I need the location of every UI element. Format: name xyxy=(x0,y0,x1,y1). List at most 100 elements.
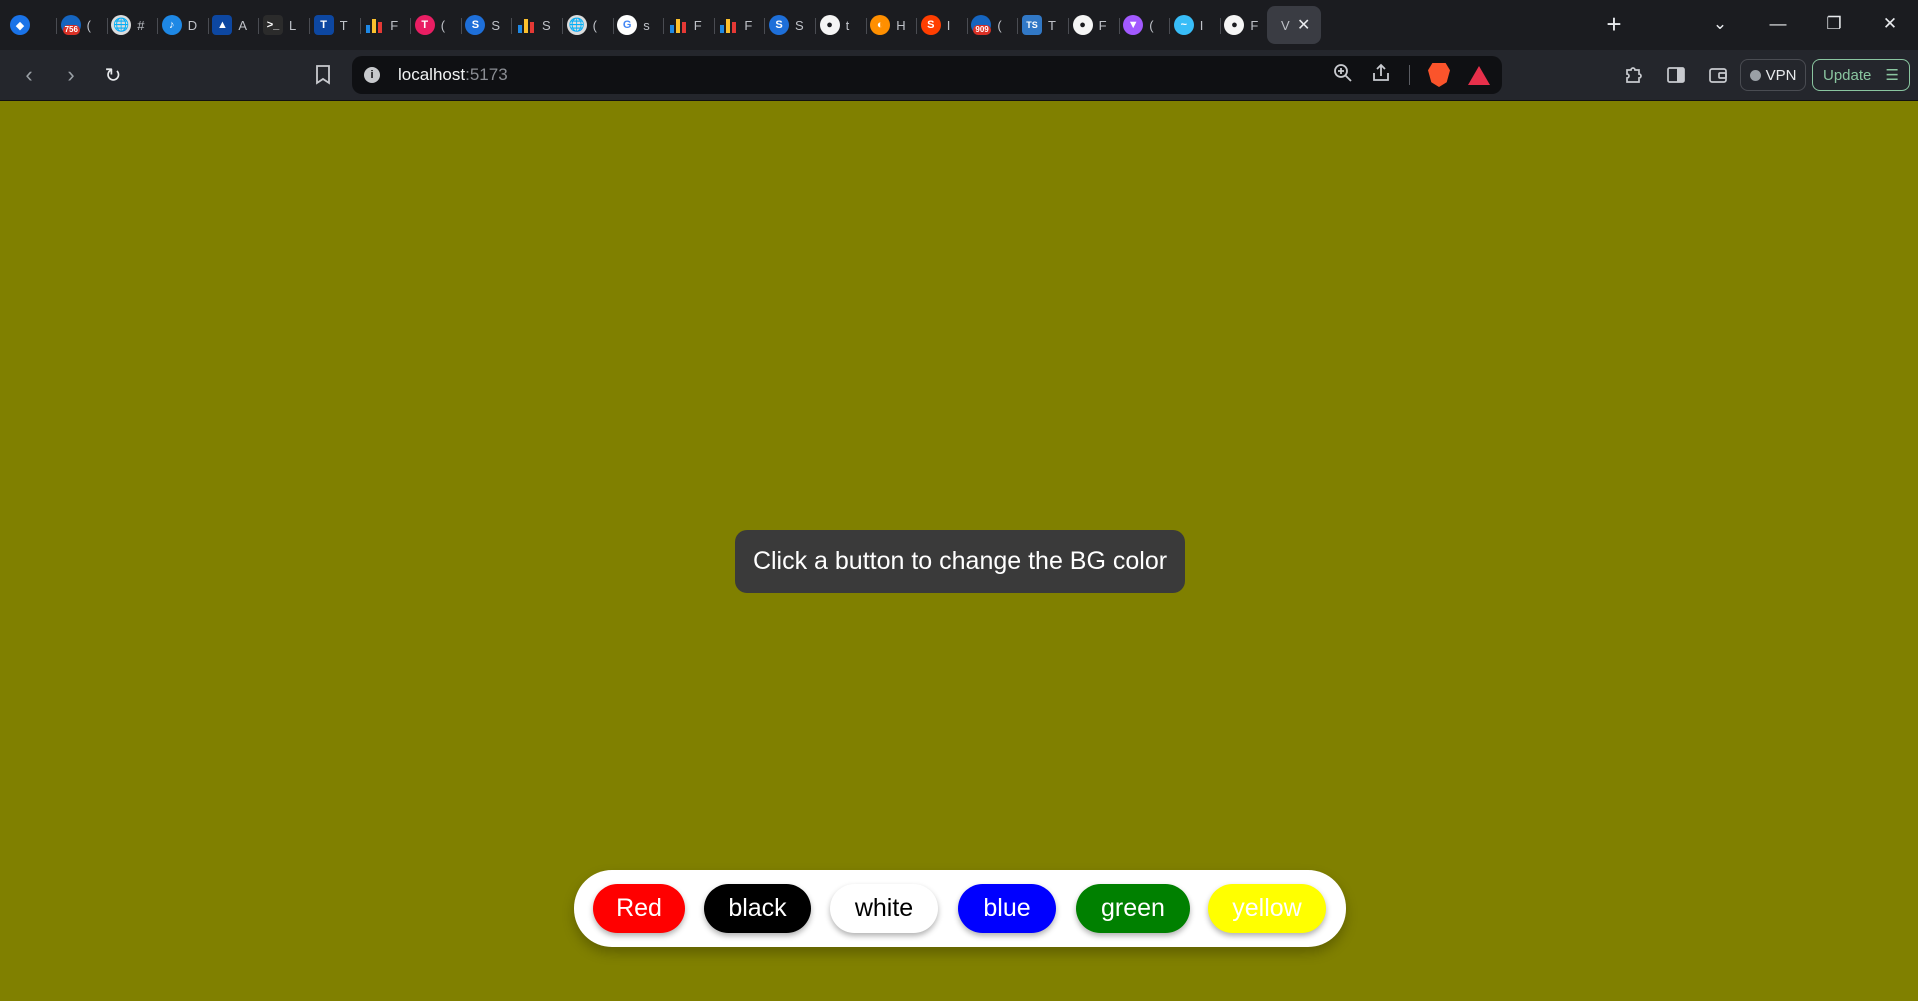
tab-title: ( xyxy=(1149,17,1154,33)
browser-tab[interactable]: F xyxy=(710,6,766,44)
browser-tab[interactable]: ▼( xyxy=(1115,6,1171,44)
typescript-icon: TS xyxy=(1022,15,1042,35)
green-button[interactable]: green xyxy=(1076,884,1190,933)
update-label: Update xyxy=(1823,66,1872,84)
browser-tab[interactable]: 756 ( xyxy=(53,6,108,44)
url-port: :5173 xyxy=(465,65,508,84)
tab-badge: 756 xyxy=(62,25,80,35)
tab-title: S xyxy=(491,17,501,33)
brave-rewards-icon[interactable] xyxy=(1468,65,1490,85)
menu-icon: ☰ xyxy=(1885,67,1899,84)
browser-tab[interactable]: T( xyxy=(407,6,462,44)
s-circle-icon: S xyxy=(769,15,789,35)
mail-badge-icon: 909 xyxy=(971,15,992,35)
tab-search-chevron-icon[interactable]: ⌄ xyxy=(1692,0,1748,48)
browser-tab[interactable]: SS xyxy=(761,6,816,44)
pacman-icon: ◐ xyxy=(870,15,891,35)
terminal-icon: >_ xyxy=(263,15,283,35)
tab-title: F xyxy=(1098,17,1107,33)
tab-title: ( xyxy=(592,17,597,33)
browser-tab[interactable]: F xyxy=(356,6,412,44)
svelte-icon: S xyxy=(920,15,941,35)
tab-title: S xyxy=(542,17,551,33)
tab-title: ( xyxy=(997,17,1002,33)
tab-title: T xyxy=(1048,17,1056,33)
white-button[interactable]: white xyxy=(830,884,938,933)
vpn-label: VPN xyxy=(1765,66,1797,84)
extensions-icon[interactable] xyxy=(1620,58,1648,92)
tab-title: F xyxy=(744,17,753,33)
browser-tab[interactable]: ♪ D xyxy=(154,6,209,44)
close-window-button[interactable]: ✕ xyxy=(1862,0,1918,48)
browser-tab[interactable]: >_ L xyxy=(255,6,310,44)
blue-button[interactable]: blue xyxy=(958,884,1056,933)
tab-title: T xyxy=(339,17,348,33)
browser-tab[interactable]: Gs xyxy=(609,6,665,44)
tab-title: t xyxy=(845,17,850,33)
bar-chart-icon xyxy=(718,15,738,35)
sidebar-icon[interactable] xyxy=(1662,58,1690,92)
triangle-app-icon: ▲ xyxy=(212,15,233,35)
close-tab-icon[interactable]: ✕ xyxy=(1297,15,1310,35)
browser-tab[interactable]: TT xyxy=(306,6,361,44)
zoom-icon[interactable] xyxy=(1333,63,1353,88)
browser-tab[interactable]: 🌐( xyxy=(559,6,614,44)
tab-strip: ◆ 756(🌐 # ♪ D ▲ A >_ L T T F T(S S S 🌐(Gs F F S S ● t ◐ H S I 909(… xyxy=(0,0,1918,50)
browser-tab[interactable]: ◆ xyxy=(2,6,57,44)
new-tab-button[interactable]: + xyxy=(1598,8,1630,40)
browser-tab[interactable]: SS xyxy=(457,6,513,44)
tab-title: I xyxy=(946,17,951,33)
page-viewport: Click a button to change the BG color Re… xyxy=(0,102,1918,1001)
divider xyxy=(1409,65,1410,85)
browser-tab[interactable]: ~ I xyxy=(1166,6,1221,44)
update-button[interactable]: Update ☰ xyxy=(1812,59,1910,91)
red-button[interactable]: Red xyxy=(593,884,685,933)
browser-tab[interactable]: ▲ A xyxy=(204,6,260,44)
browser-tab[interactable]: TS T xyxy=(1014,6,1069,44)
yellow-button[interactable]: yellow xyxy=(1208,884,1326,933)
address-bar[interactable]: i localhost:5173 xyxy=(352,56,1502,94)
reload-button[interactable]: ↻ xyxy=(96,58,130,92)
browser-tab[interactable]: 🌐 # xyxy=(103,6,159,44)
forward-button[interactable]: › xyxy=(54,58,88,92)
browser-tab[interactable]: S xyxy=(508,6,563,44)
tab-title: H xyxy=(896,17,906,33)
url-host: localhost xyxy=(398,65,466,84)
brave-shields-icon[interactable] xyxy=(1428,63,1450,87)
wallet-icon[interactable] xyxy=(1704,58,1732,92)
browser-tab[interactable]: V ✕ xyxy=(1267,6,1321,44)
url-text[interactable]: localhost:5173 xyxy=(398,65,508,85)
globe-icon: 🌐 xyxy=(111,15,132,35)
tab-title: # xyxy=(137,17,145,33)
back-button[interactable]: ‹ xyxy=(12,58,46,92)
vpn-button[interactable]: VPN xyxy=(1740,59,1806,91)
browser-tab[interactable]: ● F xyxy=(1065,6,1120,44)
bookmark-icon[interactable] xyxy=(306,58,340,92)
browser-tab[interactable]: ● F xyxy=(1216,6,1272,44)
browser-tab[interactable]: F xyxy=(660,6,715,44)
tab-title: ( xyxy=(440,17,446,33)
tab-title: s xyxy=(643,17,650,33)
browser-tab[interactable]: ◐ H xyxy=(862,6,918,44)
s-circle-icon: S xyxy=(465,15,486,35)
site-info-icon[interactable]: i xyxy=(364,67,380,83)
music-note-icon: ♪ xyxy=(161,15,182,35)
tab-title: A xyxy=(238,17,248,33)
tab-title: S xyxy=(795,17,804,33)
black-button[interactable]: black xyxy=(704,884,811,933)
google-icon: G xyxy=(617,15,638,35)
browser-tab[interactable]: ● t xyxy=(812,6,867,44)
bar-chart-icon xyxy=(668,15,688,35)
browser-tab[interactable]: 909 ( xyxy=(963,6,1019,44)
minimize-button[interactable]: — xyxy=(1750,0,1806,48)
share-icon[interactable] xyxy=(1371,63,1391,88)
diamond-icon: ◆ xyxy=(10,15,30,35)
tab-title: F xyxy=(693,17,702,33)
restore-button[interactable]: ❐ xyxy=(1806,0,1862,48)
tab-title: F xyxy=(1250,17,1259,33)
vite-icon: ▼ xyxy=(1123,15,1144,35)
globe-icon: 🌐 xyxy=(566,15,587,35)
mail-badge-icon: 756 xyxy=(60,15,81,35)
instruction-message: Click a button to change the BG color xyxy=(735,530,1185,593)
browser-tab[interactable]: SI xyxy=(913,6,968,44)
